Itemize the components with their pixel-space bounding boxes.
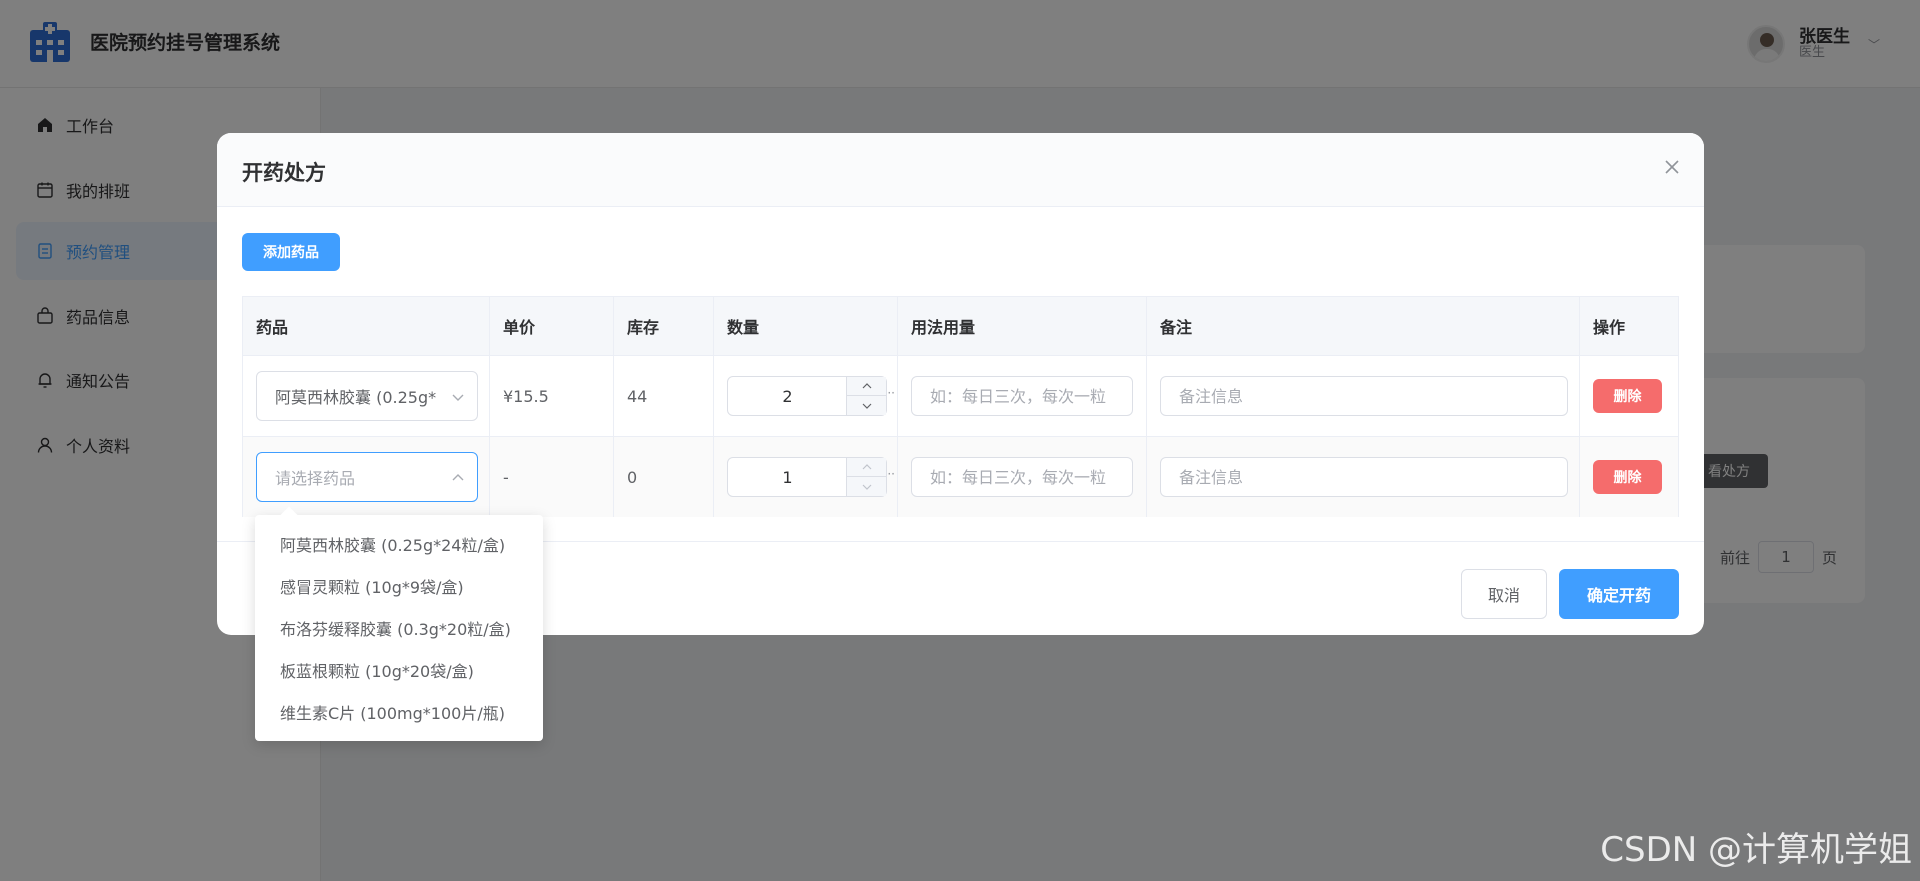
- chevron-down-icon: [862, 403, 871, 409]
- drug-select-placeholder: 请选择药品: [275, 469, 356, 488]
- unit-price: ¥15.5: [490, 356, 614, 436]
- stock: 0: [614, 437, 714, 517]
- dialog-title: 开药处方: [242, 161, 326, 185]
- usage-input[interactable]: [911, 376, 1133, 416]
- delete-button[interactable]: 删除: [1593, 379, 1662, 413]
- drug-select[interactable]: 请选择药品: [256, 452, 478, 502]
- table-row: 阿莫西林胶囊 (0.25g* ¥15.5 44 2 ·· 如：每日三次，每次一粒…: [243, 356, 1678, 437]
- increase-button[interactable]: [847, 377, 886, 396]
- column-header: 备注: [1147, 297, 1580, 355]
- column-header: 操作: [1593, 318, 1626, 337]
- overflow-dots: ··: [887, 467, 895, 481]
- dropdown-option[interactable]: 维生素C片 (100mg*100片/瓶): [255, 691, 543, 733]
- remark-input[interactable]: [1160, 457, 1568, 497]
- remark-input[interactable]: [1160, 376, 1568, 416]
- dropdown-option[interactable]: 板蓝根颗粒 (10g*20袋/盒): [255, 649, 543, 691]
- unit-price: -: [490, 437, 614, 517]
- chevron-up-icon: [862, 383, 871, 389]
- watermark: CSDN @计算机学姐: [1600, 830, 1912, 870]
- drug-select-value: 阿莫西林胶囊 (0.25g*: [275, 388, 437, 407]
- stock: 44: [614, 356, 714, 436]
- quantity-value[interactable]: 2: [728, 387, 847, 406]
- column-header: 用法用量: [898, 297, 1147, 355]
- column-header: 单价: [490, 297, 614, 355]
- chevron-up-icon: [862, 464, 871, 470]
- prescription-table: 药品 单价 库存 数量 用法用量 备注 操作 阿莫西林胶囊 (0.25g* ¥1…: [242, 296, 1679, 517]
- cancel-button[interactable]: 取消: [1461, 569, 1547, 619]
- dropdown-option[interactable]: 布洛芬缓释胶囊 (0.3g*20粒/盒): [255, 607, 543, 649]
- quantity-value[interactable]: 1: [728, 468, 847, 487]
- increase-button[interactable]: [847, 458, 886, 477]
- table-header-row: 药品 单价 库存 数量 用法用量 备注 操作: [243, 297, 1678, 356]
- chevron-up-icon: [451, 471, 465, 485]
- close-icon[interactable]: [1662, 157, 1682, 177]
- quantity-stepper[interactable]: 2: [727, 376, 887, 416]
- table-row: 请选择药品 - 0 1 ·· 如：每日三次，每次一粒 备注信息 删除: [243, 437, 1678, 517]
- add-drug-button[interactable]: 添加药品: [242, 233, 340, 271]
- dropdown-option[interactable]: 感冒灵颗粒 (10g*9袋/盒): [255, 565, 543, 607]
- column-header: 库存: [614, 297, 714, 355]
- dialog-header: 开药处方: [217, 133, 1704, 207]
- drug-select[interactable]: 阿莫西林胶囊 (0.25g*: [256, 371, 478, 421]
- dropdown-option[interactable]: 阿莫西林胶囊 (0.25g*24粒/盒): [255, 523, 543, 565]
- delete-button[interactable]: 删除: [1593, 460, 1662, 494]
- chevron-down-icon: [862, 484, 871, 490]
- decrease-button[interactable]: [847, 396, 886, 415]
- column-header: 数量: [714, 297, 898, 355]
- drug-dropdown: 阿莫西林胶囊 (0.25g*24粒/盒) 感冒灵颗粒 (10g*9袋/盒) 布洛…: [255, 515, 543, 741]
- confirm-prescribe-button[interactable]: 确定开药: [1559, 569, 1679, 619]
- overflow-dots: ··: [887, 386, 895, 400]
- quantity-stepper[interactable]: 1: [727, 457, 887, 497]
- decrease-button[interactable]: [847, 477, 886, 496]
- chevron-down-icon: [451, 390, 465, 404]
- usage-input[interactable]: [911, 457, 1133, 497]
- column-header: 药品: [243, 297, 490, 355]
